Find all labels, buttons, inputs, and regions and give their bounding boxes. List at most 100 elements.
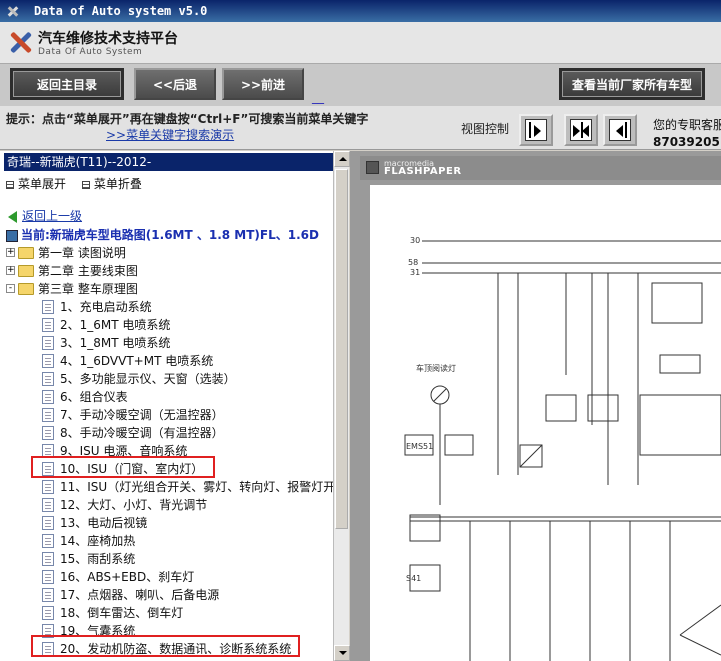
document-icon bbox=[42, 533, 54, 548]
collapse-toggle-icon[interactable]: - bbox=[6, 284, 15, 293]
document-icon bbox=[42, 569, 54, 584]
document-icon bbox=[42, 317, 54, 332]
tree-item[interactable]: 17、点烟器、喇叭、后备电源 bbox=[42, 586, 219, 603]
search-demo-link[interactable]: >>菜单关键字搜索演示 bbox=[106, 126, 234, 143]
flashpaper-icon bbox=[366, 161, 379, 174]
document-icon bbox=[42, 299, 54, 314]
chapter-label: 第一章 读图说明 bbox=[38, 246, 126, 260]
tree-item[interactable]: 11、ISU（灯光组合开关、雾灯、转向灯、报警灯开关） bbox=[42, 478, 348, 495]
tree-item[interactable]: 13、电动后视镜 bbox=[42, 514, 147, 531]
tree-item-label: 2、1_6MT 电喷系统 bbox=[60, 318, 171, 332]
customer-service-phone: 87039205 bbox=[653, 135, 720, 149]
tree-item-label: 7、手动冷暖空调（无温控器） bbox=[60, 408, 224, 422]
tree-item-label: 1、充电启动系统 bbox=[60, 300, 152, 314]
folder-icon bbox=[18, 246, 34, 259]
toolbar: 返回主目录 <<后退 >>前进 __ 查看当前厂家所有车型 bbox=[0, 64, 721, 106]
tree-item[interactable]: 2、1_6MT 电喷系统 bbox=[42, 316, 170, 333]
document-icon bbox=[42, 551, 54, 566]
menu-expand-button[interactable]: 菜单展开 bbox=[18, 177, 66, 191]
tree-item[interactable]: 8、手动冷暖空调（有温控器） bbox=[42, 424, 224, 441]
tree-item-label: 12、大灯、小灯、背光调节 bbox=[60, 498, 208, 512]
all-models-button[interactable]: 查看当前厂家所有车型 bbox=[559, 68, 705, 100]
scrollbar-thumb[interactable] bbox=[335, 169, 348, 529]
arrow-left-icon bbox=[582, 125, 589, 137]
document-icon bbox=[42, 479, 54, 494]
tree-item-label: 15、雨刮系统 bbox=[60, 552, 136, 566]
tree-item[interactable]: 14、座椅加热 bbox=[42, 532, 135, 549]
flashpaper-toolbar: macromedia FLASHPAPER bbox=[360, 156, 721, 180]
document-icon bbox=[42, 605, 54, 620]
diagram-label-dome-light: 车顶阅读灯 bbox=[416, 363, 456, 373]
search-hint: 提示：点击“菜单展开”再在键盘按“Ctrl+F”可搜索当前菜单关键字 bbox=[6, 112, 369, 126]
menu-collapse-button[interactable]: 菜单折叠 bbox=[94, 177, 142, 191]
back-arrow-icon bbox=[8, 210, 17, 223]
window-titlebar: Data of Auto system v5.0 bbox=[0, 0, 721, 22]
document-icon bbox=[42, 587, 54, 602]
menu-tree-pane: 奇瑞--新瑞虎(T11)--2012- 菜单展开 菜单折叠 返回上一级 当前:新… bbox=[0, 151, 349, 661]
tree-item[interactable]: 18、倒车雷达、倒车灯 bbox=[42, 604, 183, 621]
tree-chapter-3[interactable]: - 第三章 整车原理图 bbox=[6, 280, 138, 297]
tree-item[interactable]: 3、1_8MT 电喷系统 bbox=[42, 334, 170, 351]
expand-toggle-icon[interactable]: + bbox=[6, 248, 15, 257]
tree-item-label: 5、多功能显示仪、天窗（选装） bbox=[60, 372, 236, 386]
document-icon bbox=[42, 335, 54, 350]
forward-button[interactable]: >>前进 bbox=[222, 68, 304, 100]
customer-service-label: 您的专职客服 bbox=[653, 118, 721, 132]
brand-title: 汽车维修技术支持平台 bbox=[38, 31, 178, 47]
diagram-label-30: 30 bbox=[410, 236, 420, 245]
document-icon bbox=[42, 371, 54, 386]
back-up-link[interactable]: 返回上一级 bbox=[8, 207, 82, 224]
current-location: 当前:新瑞虎车型电路图(1.6MT 、1.8 MT)FL、1.6D bbox=[6, 226, 319, 243]
tree-scrollbar[interactable] bbox=[333, 151, 350, 661]
tree-item[interactable]: 7、手动冷暖空调（无温控器） bbox=[42, 406, 224, 423]
open-folder-icon bbox=[18, 282, 34, 295]
wiring-diagram-sheet[interactable]: 30 58 31 车顶阅读灯 EMS51 S41 bbox=[370, 185, 721, 661]
diagram-label-ems: EMS51 bbox=[406, 442, 433, 451]
diagram-label-s41: S41 bbox=[406, 574, 421, 583]
view-expand-right-button[interactable] bbox=[519, 114, 553, 146]
expand-collapse-row: 菜单展开 菜单折叠 bbox=[6, 175, 142, 192]
highlight-box bbox=[31, 456, 215, 478]
flashpaper-label: FLASHPAPER bbox=[384, 166, 462, 177]
toolbar-link[interactable]: __ bbox=[312, 90, 324, 104]
folder-icon bbox=[18, 264, 34, 277]
current-location-label: 当前:新瑞虎车型电路图(1.6MT 、1.8 MT)FL、1.6D bbox=[21, 228, 319, 242]
tree-item[interactable]: 4、1_6DVVT+MT 电喷系统 bbox=[42, 352, 213, 369]
tree-item[interactable]: 12、大灯、小灯、背光调节 bbox=[42, 496, 207, 513]
view-control-label: 视图控制 bbox=[461, 122, 510, 136]
tree-item[interactable]: 15、雨刮系统 bbox=[42, 550, 135, 567]
scroll-up-icon[interactable] bbox=[334, 151, 350, 167]
arrow-left-icon bbox=[616, 125, 623, 137]
tree-item[interactable]: 1、充电启动系统 bbox=[42, 298, 152, 315]
tree-item-label: 14、座椅加热 bbox=[60, 534, 136, 548]
scroll-down-icon[interactable] bbox=[334, 645, 350, 661]
tree-chapter-1[interactable]: + 第一章 读图说明 bbox=[6, 244, 126, 261]
car-model-header[interactable]: 奇瑞--新瑞虎(T11)--2012- bbox=[4, 153, 334, 171]
tree-item[interactable]: 6、组合仪表 bbox=[42, 388, 128, 405]
customer-service: 您的专职客服 87039205 bbox=[653, 116, 721, 149]
tree-item-label: 17、点烟器、喇叭、后备电源 bbox=[60, 588, 220, 602]
window-title: Data of Auto system v5.0 bbox=[34, 4, 208, 18]
highlight-box bbox=[31, 635, 300, 657]
document-icon bbox=[42, 497, 54, 512]
back-button[interactable]: <<后退 bbox=[134, 68, 216, 100]
document-icon bbox=[42, 407, 54, 422]
chapter-label: 第三章 整车原理图 bbox=[38, 282, 138, 296]
book-icon bbox=[6, 229, 18, 242]
hint-bar: 提示：点击“菜单展开”再在键盘按“Ctrl+F”可搜索当前菜单关键字 >>菜单关… bbox=[0, 106, 721, 150]
tree-item-label: 8、手动冷暖空调（有温控器） bbox=[60, 426, 224, 440]
tree-item-label: 16、ABS+EBD、刹车灯 bbox=[60, 570, 195, 584]
view-split-button[interactable] bbox=[564, 114, 598, 146]
wiring-diagram: 30 58 31 车顶阅读灯 EMS51 S41 bbox=[404, 236, 721, 661]
home-button[interactable]: 返回主目录 bbox=[10, 68, 124, 100]
tree-item[interactable]: 16、ABS+EBD、刹车灯 bbox=[42, 568, 194, 585]
diagram-label-58: 58 bbox=[408, 258, 418, 267]
tree-item[interactable]: 5、多功能显示仪、天窗（选装） bbox=[42, 370, 236, 387]
expand-toggle-icon[interactable]: + bbox=[6, 266, 15, 275]
brand-subtitle: Data Of Auto System bbox=[38, 47, 143, 57]
tree-chapter-2[interactable]: + 第二章 主要线束图 bbox=[6, 262, 138, 279]
document-icon bbox=[42, 389, 54, 404]
wrench-logo-icon bbox=[8, 30, 32, 56]
view-expand-left-button[interactable] bbox=[603, 114, 637, 146]
arrow-right-icon bbox=[573, 125, 580, 137]
